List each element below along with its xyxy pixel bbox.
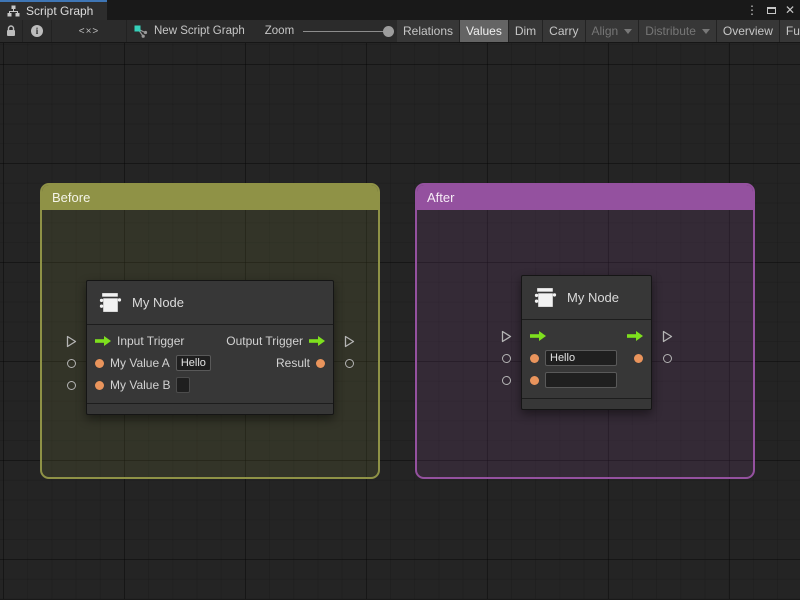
zoom-label: Zoom (265, 25, 294, 37)
external-input-ports (63, 330, 79, 396)
external-value-port[interactable] (663, 354, 672, 363)
lock-icon (6, 25, 16, 37)
node-header[interactable]: My Node (522, 276, 651, 320)
port-label: My Value A (110, 356, 170, 370)
node-footer (87, 403, 333, 414)
port-label: Result (276, 356, 310, 370)
node-title: My Node (132, 295, 184, 310)
port-label: Output Trigger (226, 334, 303, 348)
external-value-port[interactable] (67, 381, 76, 390)
code-view-button[interactable]: <×> (52, 20, 127, 42)
value-output-port[interactable] (316, 359, 325, 368)
toolbar-button-dim[interactable]: Dim (509, 20, 543, 42)
external-trigger-port[interactable] (344, 335, 355, 348)
external-value-port[interactable] (345, 359, 354, 368)
tab-script-graph[interactable]: Script Graph (0, 0, 107, 20)
value-a-field[interactable]: Hello (176, 355, 211, 371)
close-button[interactable]: ✕ (785, 4, 795, 16)
value-a-field[interactable]: Hello (545, 350, 617, 366)
node-row: My Value A Hello Result (87, 352, 333, 374)
code-icon: <×> (79, 26, 100, 37)
input-trigger-port[interactable] (95, 336, 111, 346)
toolbar-left: i <×> New Script Graph Zoom 1x (0, 20, 412, 42)
window-controls: ⋮ ✕ (746, 0, 795, 20)
toolbar-button-relations[interactable]: Relations (397, 20, 460, 42)
graph-canvas[interactable]: Before After My Node (0, 43, 800, 599)
external-output-ports (341, 330, 357, 396)
toolbar-button-full-screen[interactable]: Full Screen (780, 20, 800, 42)
external-input-ports (498, 325, 514, 391)
port-label: Input Trigger (117, 334, 184, 348)
node-row: Hello (522, 347, 651, 369)
value-input-port[interactable] (530, 376, 539, 385)
window-menu-button[interactable]: ⋮ (746, 4, 758, 16)
node-rows: Input Trigger Output Trigger My Value A (87, 325, 333, 403)
group-after-header[interactable]: After (417, 185, 753, 210)
node-header[interactable]: My Node (87, 281, 333, 325)
input-trigger-port[interactable] (530, 331, 546, 341)
node-rows: Hello (522, 320, 651, 398)
graph-hierarchy-icon (7, 5, 20, 17)
external-trigger-port[interactable] (66, 335, 77, 348)
external-value-port[interactable] (502, 354, 511, 363)
toolbar-button-distribute[interactable]: Distribute (639, 20, 717, 42)
group-label: Before (52, 190, 90, 205)
value-output-port[interactable] (634, 354, 643, 363)
tab-label: Script Graph (26, 4, 93, 18)
toolbar-right: Relations Values Dim Carry Align Distrib… (397, 20, 800, 42)
port-label: My Value B (110, 378, 170, 392)
script-graph-icon (134, 25, 148, 38)
unit-icon (533, 285, 558, 310)
dropdown-caret-icon (624, 29, 632, 34)
output-trigger-port[interactable] (627, 331, 643, 341)
info-icon: i (31, 25, 43, 37)
external-output-ports (659, 325, 675, 391)
value-input-port[interactable] (95, 359, 104, 368)
node-footer (522, 398, 651, 409)
output-trigger-port[interactable] (309, 336, 325, 346)
info-button[interactable]: i (23, 20, 52, 42)
value-b-field[interactable] (545, 372, 617, 388)
node-row (522, 369, 651, 391)
node-row: Input Trigger Output Trigger (87, 330, 333, 352)
zoom-slider[interactable] (303, 31, 391, 32)
value-b-field[interactable] (176, 377, 190, 393)
maximize-icon (767, 7, 776, 14)
graph-name-label: New Script Graph (154, 25, 245, 37)
toolbar: i <×> New Script Graph Zoom 1x (0, 20, 800, 43)
unit-icon (98, 290, 123, 315)
dropdown-caret-icon (702, 29, 710, 34)
node-before[interactable]: My Node Input Trigger Output Trigger (86, 280, 334, 415)
node-row (522, 325, 651, 347)
external-value-port[interactable] (502, 376, 511, 385)
node-row: My Value B (87, 374, 333, 396)
external-trigger-port[interactable] (501, 330, 512, 343)
graph-breadcrumb[interactable]: New Script Graph (127, 20, 253, 42)
toolbar-button-align[interactable]: Align (586, 20, 640, 42)
tab-bar: Script Graph ⋮ ✕ (0, 0, 800, 20)
group-label: After (427, 190, 454, 205)
external-trigger-port[interactable] (662, 330, 673, 343)
node-title: My Node (567, 290, 619, 305)
toolbar-button-values[interactable]: Values (460, 20, 509, 42)
group-before-header[interactable]: Before (42, 185, 378, 210)
toolbar-button-overview[interactable]: Overview (717, 20, 780, 42)
lock-button[interactable] (0, 20, 23, 42)
maximize-button[interactable] (767, 1, 776, 19)
value-input-port[interactable] (530, 354, 539, 363)
value-input-port[interactable] (95, 381, 104, 390)
zoom-control: Zoom 1x (265, 25, 413, 37)
zoom-slider-handle[interactable] (383, 26, 394, 37)
node-after[interactable]: My Node (521, 275, 652, 410)
toolbar-button-carry[interactable]: Carry (543, 20, 585, 42)
external-value-port[interactable] (67, 359, 76, 368)
